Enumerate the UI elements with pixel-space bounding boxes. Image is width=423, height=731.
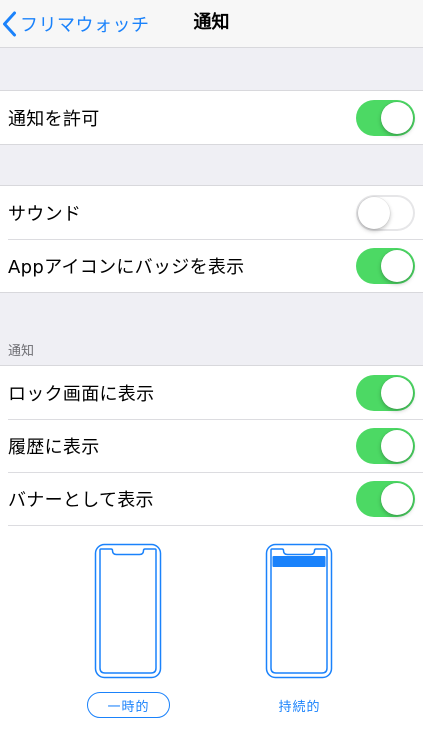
badge-label: Appアイコンにバッジを表示 [8, 256, 245, 278]
temporary-style-button[interactable]: 一時的 [87, 692, 170, 718]
badge-row: Appアイコンにバッジを表示 [0, 239, 423, 292]
toggle-knob [381, 483, 413, 515]
badge-toggle[interactable] [356, 248, 415, 284]
toggle-knob [381, 430, 413, 462]
lock-screen-toggle[interactable] [356, 375, 415, 411]
banner-toggle[interactable] [356, 481, 415, 517]
toggle-knob [381, 102, 413, 134]
allow-notifications-label: 通知を許可 [8, 108, 100, 130]
toggle-knob [358, 197, 390, 229]
sound-badge-group: サウンド Appアイコンにバッジを表示 [0, 185, 423, 293]
banner-row: バナーとして表示 [0, 472, 423, 525]
lock-screen-row: ロック画面に表示 [0, 366, 423, 419]
history-label: 履歴に表示 [8, 436, 100, 458]
history-toggle[interactable] [356, 428, 415, 464]
alerts-section-header: 通知 [8, 344, 35, 359]
allow-notifications-toggle[interactable] [356, 100, 415, 136]
chevron-left-icon [3, 11, 16, 37]
back-label: フリマウォッチ [20, 15, 150, 36]
banner-style-panel: 一時的 持続的 [0, 525, 423, 731]
sound-label: サウンド [8, 203, 82, 225]
sound-toggle[interactable] [356, 195, 415, 231]
toggle-knob [381, 377, 413, 409]
history-row: 履歴に表示 [0, 419, 423, 472]
back-button[interactable]: フリマウォッチ [2, 8, 150, 40]
allow-notifications-group: 通知を許可 [0, 90, 423, 145]
toggle-knob [381, 250, 413, 282]
navigation-bar: フリマウォッチ 通知 [0, 0, 423, 48]
persistent-banner-phone-icon[interactable] [265, 543, 333, 679]
temporary-banner-phone-icon[interactable] [94, 543, 162, 679]
sound-row: サウンド [0, 186, 423, 239]
alerts-group: ロック画面に表示 履歴に表示 バナーとして表示 [0, 365, 423, 525]
divider [8, 525, 423, 526]
banner-label: バナーとして表示 [8, 489, 154, 511]
lock-screen-label: ロック画面に表示 [8, 383, 155, 405]
persistent-style-button[interactable]: 持続的 [258, 692, 341, 718]
allow-notifications-row: 通知を許可 [0, 91, 423, 144]
